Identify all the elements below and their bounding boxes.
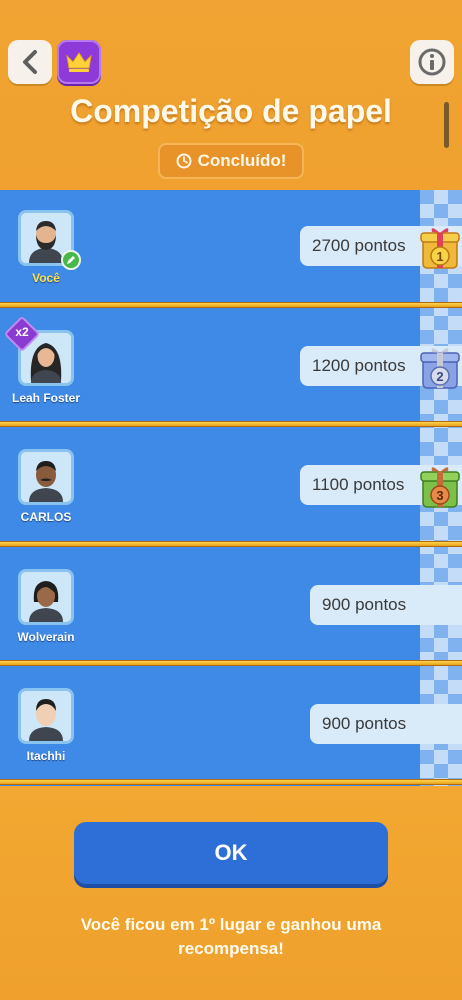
gift-rank-1[interactable]: 1 — [420, 224, 460, 269]
crown-button[interactable] — [57, 40, 101, 84]
crown-icon — [66, 52, 92, 72]
back-button[interactable] — [8, 40, 52, 84]
row-divider — [0, 779, 462, 785]
gift-icon: 2 — [420, 348, 460, 389]
avatar-woman-bun-icon — [21, 572, 71, 622]
row-divider — [0, 421, 462, 427]
back-icon — [23, 50, 37, 74]
ok-button[interactable]: OK — [74, 822, 388, 884]
player-name: Wolverain — [17, 630, 75, 644]
gift-rank-2[interactable]: 2 — [420, 344, 460, 389]
player-name: Você — [32, 271, 60, 285]
info-button[interactable] — [410, 40, 454, 84]
status-badge: Concluído! — [158, 143, 304, 179]
status-text: Concluído! — [197, 151, 287, 170]
clock-icon — [176, 153, 192, 169]
avatar-man-mustache-icon — [21, 452, 71, 502]
avatar[interactable] — [18, 569, 74, 625]
score-text: 1100 pontos — [312, 475, 405, 494]
row-divider — [0, 302, 462, 308]
edit-badge[interactable] — [61, 250, 81, 270]
row-divider — [0, 660, 462, 666]
footer — [0, 786, 462, 1000]
info-icon — [418, 48, 446, 76]
avatar[interactable] — [18, 449, 74, 505]
avatar[interactable] — [18, 688, 74, 744]
row-divider — [0, 541, 462, 547]
score-text: 2700 pontos — [312, 236, 406, 255]
player-name: Itachhi — [26, 749, 66, 763]
player-name: CARLOS — [20, 510, 72, 524]
score-pill: 900 pontos — [310, 704, 462, 744]
rank-number: 1 — [436, 249, 443, 264]
player-name: Leah Foster — [11, 391, 80, 405]
avatar-man-short-hair-icon — [21, 691, 71, 741]
gift-icon: 3 — [420, 467, 460, 508]
score-text: 1200 pontos — [312, 356, 406, 375]
score-pill: 900 pontos — [310, 585, 462, 625]
score-text: 900 pontos — [322, 595, 407, 614]
score-text: 900 pontos — [322, 714, 407, 733]
pencil-icon — [67, 256, 75, 264]
page-title: Competição de papel — [70, 93, 392, 129]
multiplier-text: x2 — [15, 325, 29, 339]
rank-number: 3 — [436, 488, 443, 503]
gift-icon: 1 — [420, 228, 460, 269]
gift-rank-3[interactable]: 3 — [420, 463, 460, 508]
scrollbar[interactable] — [444, 102, 449, 148]
rank-number: 2 — [436, 369, 443, 384]
result-message: Você ficou em 1º lugar e ganhou uma reco… — [80, 915, 382, 958]
